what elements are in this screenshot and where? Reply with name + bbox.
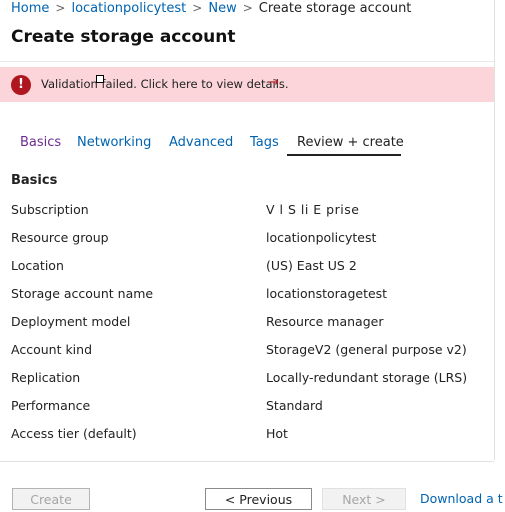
validation-banner[interactable]: ! Validation failed. Click here to view … (0, 67, 494, 102)
performance-value: Standard (266, 398, 323, 413)
panel-edge (494, 0, 495, 460)
previous-button[interactable]: < Previous (205, 488, 312, 510)
replication-value: Locally-redundant storage (LRS) (266, 370, 468, 385)
resource-group-value: locationpolicytest (266, 230, 377, 245)
chevron-right-icon: > (242, 1, 253, 15)
location-label: Location (11, 258, 64, 273)
deployment-model-value: Resource manager (266, 314, 384, 329)
next-button[interactable]: Next > (322, 488, 406, 510)
breadcrumb-new[interactable]: New (208, 1, 236, 16)
download-template-link[interactable]: Download a t (420, 491, 503, 506)
selected-tab-indicator (287, 154, 401, 156)
tab-advanced[interactable]: Advanced (169, 135, 233, 150)
access-tier-label: Access tier (default) (11, 426, 137, 441)
resource-group-label: Resource group (11, 230, 109, 245)
section-title: Basics (11, 173, 58, 188)
storage-account-name-value: locationstoragetest (266, 286, 388, 301)
chevron-right-icon: > (192, 1, 203, 15)
breadcrumb: Home > locationpolicytest > New > Create stora… (0, 0, 505, 17)
subscription-value: V l S li E prise (266, 202, 360, 217)
deployment-model-label: Deployment model (11, 314, 131, 329)
error-icon: ! (11, 75, 31, 95)
replication-label: Replication (11, 370, 81, 385)
access-tier-value: Hot (266, 426, 288, 441)
tab-review-create[interactable]: Review + create (297, 135, 404, 150)
create-button[interactable]: Create (12, 488, 90, 510)
location-value: (US) East US 2 (266, 258, 357, 273)
account-kind-label: Account kind (11, 342, 93, 357)
tab-tags[interactable]: Tags (250, 135, 279, 150)
breadcrumb-home[interactable]: Home (11, 1, 49, 16)
account-kind-value: StorageV2 (general purpose v2) (266, 342, 467, 357)
title-divider (0, 61, 494, 62)
page-title: Create storage account (11, 27, 236, 47)
breadcrumb-resource-group[interactable]: locationpolicytest (71, 1, 186, 16)
subscription-label: Subscription (11, 202, 89, 217)
cursor-icon (96, 75, 104, 83)
performance-label: Performance (11, 398, 91, 413)
tab-networking[interactable]: Networking (77, 135, 151, 150)
arrow-right-icon[interactable]: → (268, 75, 279, 90)
chevron-right-icon: > (55, 1, 66, 15)
storage-account-name-label: Storage account name (11, 286, 154, 301)
footer-divider (0, 461, 494, 462)
create-storage-account-page: Home > locationpolicytest > New > Create stora… (0, 0, 505, 512)
tab-basics[interactable]: Basics (20, 135, 61, 150)
validation-message[interactable]: Validation failed. Click here to view de… (41, 77, 289, 91)
breadcrumb-current: Create storage account (258, 1, 412, 16)
